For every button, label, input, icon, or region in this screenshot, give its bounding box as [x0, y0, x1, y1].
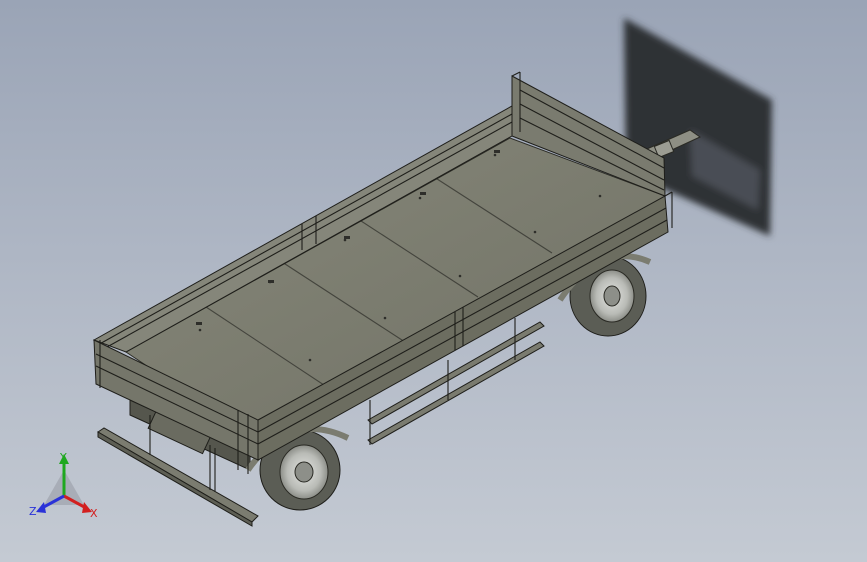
trailer-model-view[interactable]: Y X Z: [0, 0, 867, 562]
triad-z-label: Z: [29, 505, 37, 518]
view-orientation-triad[interactable]: Y X Z: [29, 451, 98, 520]
cad-graphics-viewport[interactable]: Y X Z: [0, 0, 867, 562]
triad-z-arrow-icon: [36, 502, 46, 513]
triad-x-label: X: [90, 507, 98, 520]
triad-y-label: Y: [59, 451, 67, 464]
